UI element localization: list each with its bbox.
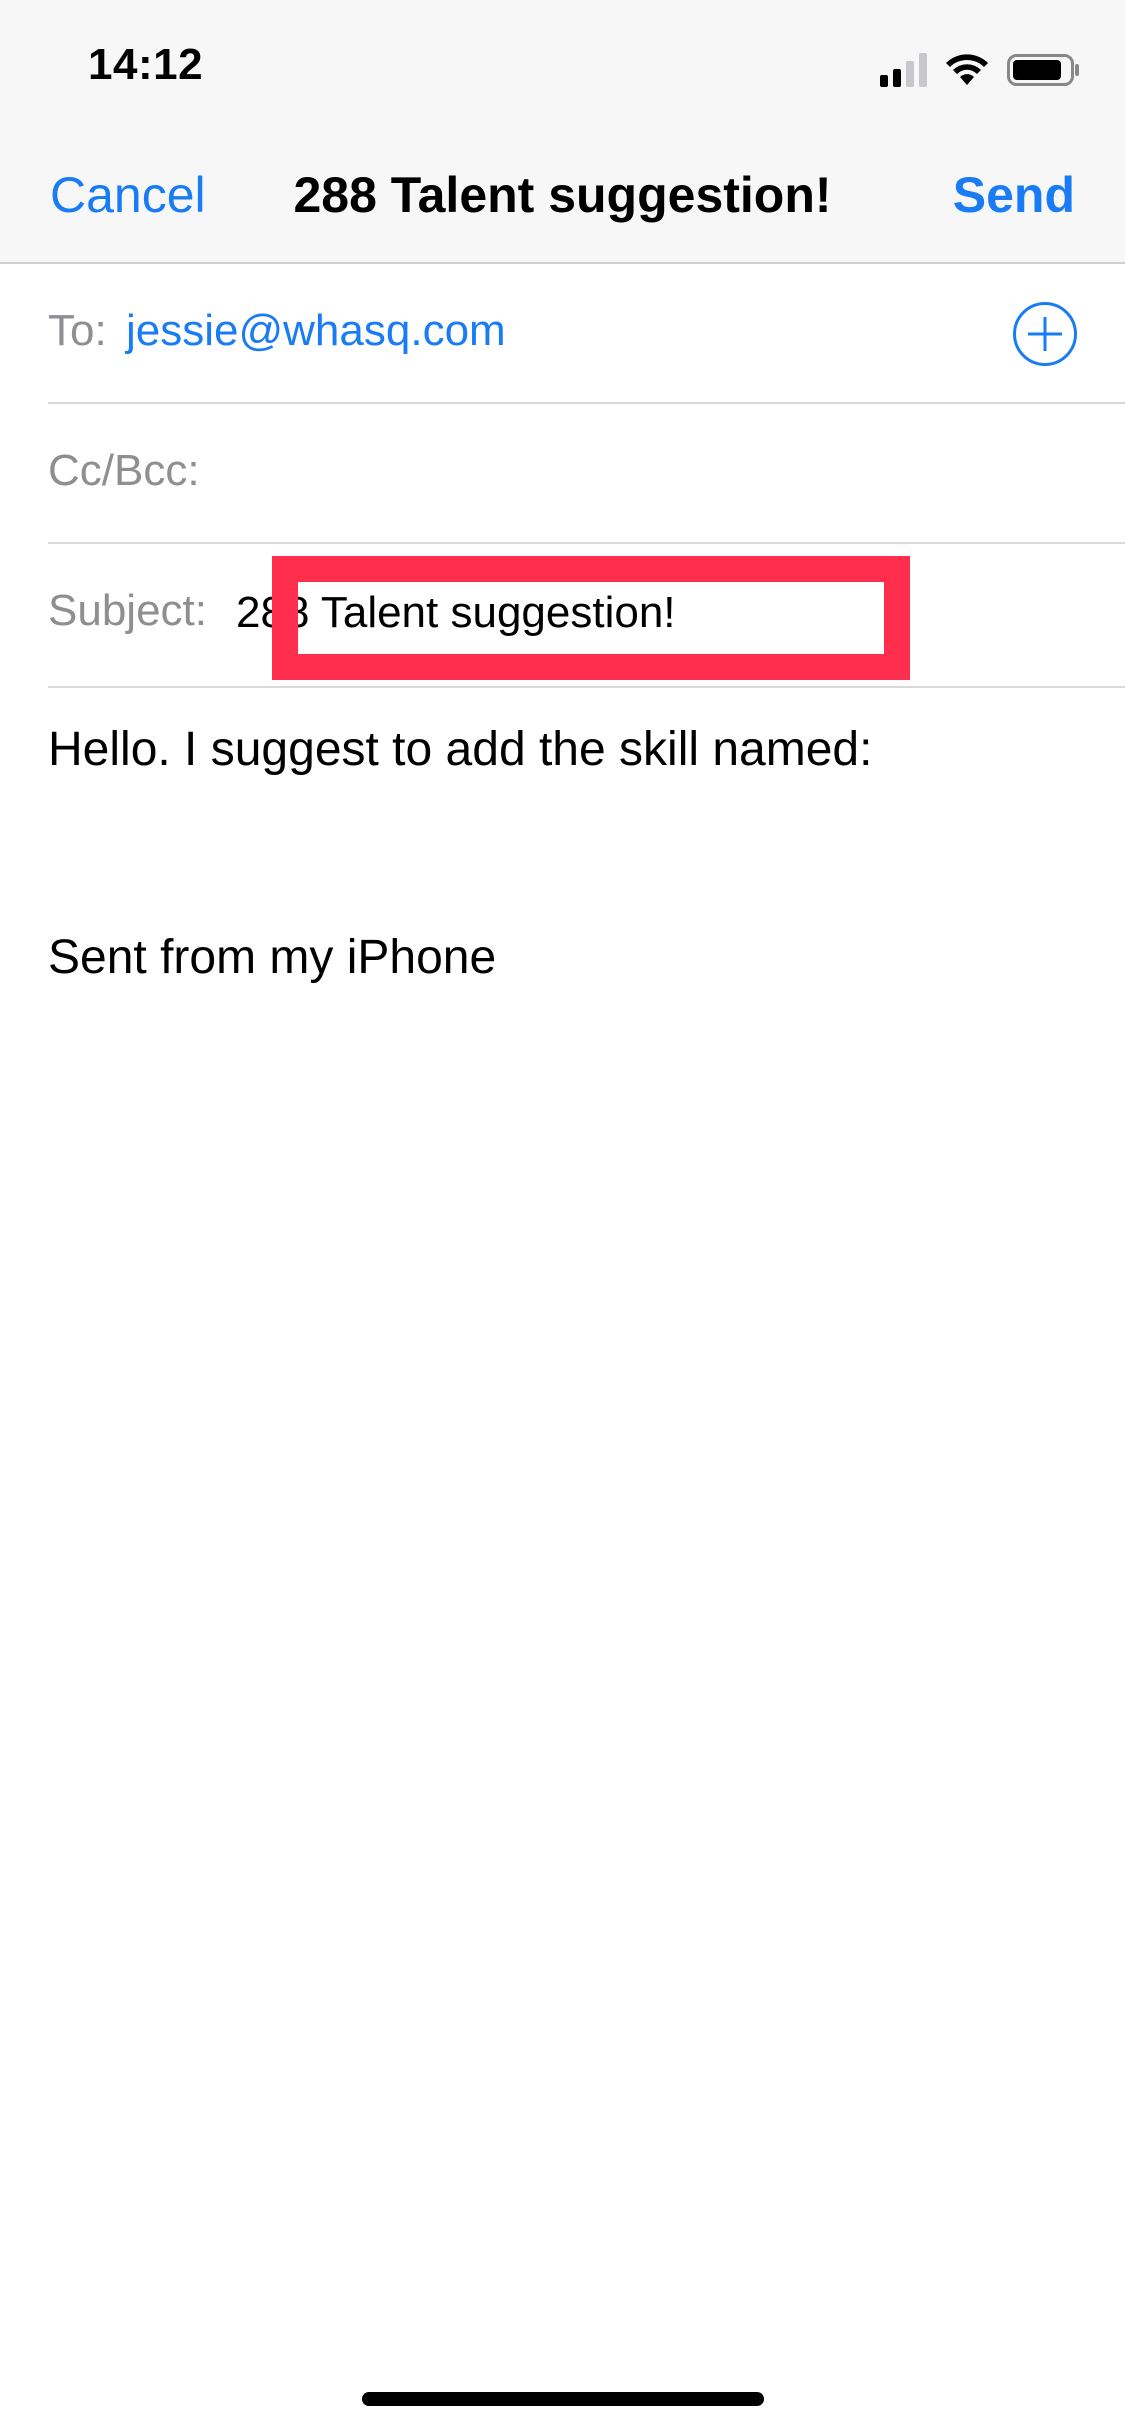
subject-label: Subject:	[48, 586, 207, 635]
wifi-icon	[946, 54, 988, 85]
signature[interactable]: Sent from my iPhone	[48, 930, 496, 985]
to-recipient[interactable]: jessie@whasq.com	[126, 306, 506, 356]
subject-field[interactable]: Subject:	[48, 544, 1125, 688]
cc-bcc-field[interactable]: Cc/Bcc:	[48, 404, 1125, 544]
to-label: To:	[48, 306, 107, 355]
to-field[interactable]: To: jessie@whasq.com	[48, 264, 1125, 404]
plus-circle-icon[interactable]	[1013, 302, 1077, 366]
cc-bcc-label: Cc/Bcc:	[48, 446, 200, 495]
status-icons	[880, 48, 1081, 92]
message-body[interactable]: Hello. I suggest to add the skill named:	[48, 714, 1088, 786]
cancel-button[interactable]: Cancel	[50, 166, 206, 224]
header: 14:12 Cancel 288 Talent suggestion! Send	[0, 0, 1125, 264]
status-time: 14:12	[88, 40, 204, 89]
subject-input[interactable]	[236, 588, 1036, 638]
battery-icon	[1007, 54, 1079, 86]
mail-compose-screen: 14:12 Cancel 288 Talent suggestion! Send	[0, 0, 1125, 2436]
home-indicator[interactable]	[362, 2392, 764, 2406]
signal-icon	[880, 53, 927, 87]
send-button[interactable]: Send	[953, 166, 1075, 224]
